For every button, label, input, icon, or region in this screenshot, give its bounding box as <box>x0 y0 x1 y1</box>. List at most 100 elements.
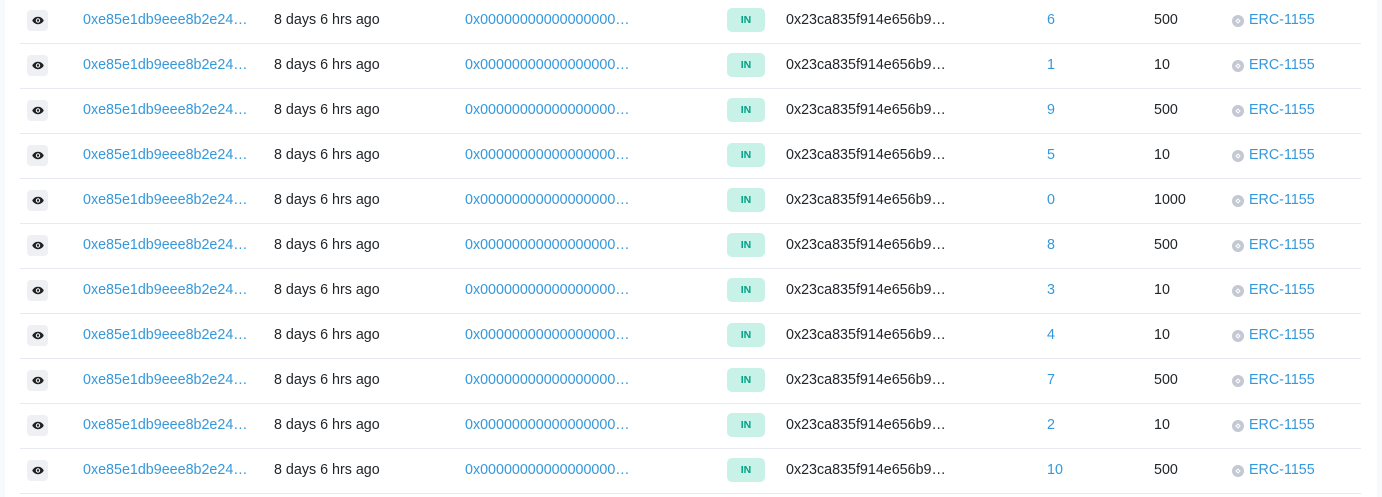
token-name: ERC-1155 <box>1249 327 1315 343</box>
txn-hash-link[interactable]: 0xe85e1db9eee8b2e244… <box>83 88 255 133</box>
txn-hash-link[interactable]: 0xe85e1db9eee8b2e244… <box>83 358 255 403</box>
eye-icon <box>31 16 44 25</box>
to-address-text: 0x23ca835f914e656b99… <box>786 327 952 343</box>
value-text: 500 <box>1154 237 1178 253</box>
token-logo-icon <box>1232 104 1244 117</box>
table-row: 0xe85e1db9eee8b2e244… 8 days 6 hrs ago 0… <box>20 43 1361 89</box>
token-id-link[interactable]: 4 <box>1047 313 1127 358</box>
token-id-link[interactable]: 5 <box>1047 133 1127 178</box>
token-id-link[interactable]: 10 <box>1047 448 1127 493</box>
from-address-link[interactable]: 0x000000000000000000… <box>465 178 637 223</box>
token-logo-icon <box>1232 464 1244 477</box>
from-address-link[interactable]: 0x000000000000000000… <box>465 133 637 178</box>
txn-hash-link[interactable]: 0xe85e1db9eee8b2e244… <box>83 133 255 178</box>
token-link[interactable]: ERC-1155 <box>1232 223 1352 268</box>
token-id-link[interactable]: 7 <box>1047 358 1127 403</box>
to-address-text: 0x23ca835f914e656b99… <box>786 372 952 388</box>
token-id-link[interactable]: 0 <box>1047 178 1127 223</box>
from-address-link[interactable]: 0x000000000000000000… <box>465 0 637 43</box>
view-details-button[interactable] <box>27 55 48 76</box>
value-text: 10 <box>1154 327 1170 343</box>
token-link[interactable]: ERC-1155 <box>1232 268 1352 313</box>
to-address-text: 0x23ca835f914e656b99… <box>786 417 952 433</box>
view-details-button[interactable] <box>27 370 48 391</box>
eye-icon <box>31 286 44 295</box>
txn-hash-link[interactable]: 0xe85e1db9eee8b2e244… <box>83 313 255 358</box>
token-link[interactable]: ERC-1155 <box>1232 0 1352 43</box>
from-address-link[interactable]: 0x000000000000000000… <box>465 403 637 448</box>
direction-badge: IN <box>727 143 765 167</box>
direction-badge: IN <box>727 278 765 302</box>
txn-hash-link[interactable]: 0xe85e1db9eee8b2e244… <box>83 223 255 268</box>
token-link[interactable]: ERC-1155 <box>1232 178 1352 223</box>
view-details-button[interactable] <box>27 460 48 481</box>
table-row: 0xe85e1db9eee8b2e244… 8 days 6 hrs ago 0… <box>20 268 1361 314</box>
txn-hash-link[interactable]: 0xe85e1db9eee8b2e244… <box>83 43 255 88</box>
token-logo-icon <box>1232 419 1244 432</box>
view-details-button[interactable] <box>27 145 48 166</box>
eye-icon <box>31 196 44 205</box>
value-text: 500 <box>1154 102 1178 118</box>
token-id-link[interactable]: 1 <box>1047 43 1127 88</box>
view-details-button[interactable] <box>27 415 48 436</box>
view-details-button[interactable] <box>27 280 48 301</box>
eye-icon <box>31 106 44 115</box>
age-text: 8 days 6 hrs ago <box>274 372 380 388</box>
view-details-button[interactable] <box>27 325 48 346</box>
age-text: 8 days 6 hrs ago <box>274 282 380 298</box>
direction-badge: IN <box>727 413 765 437</box>
view-details-button[interactable] <box>27 190 48 211</box>
from-address-link[interactable]: 0x000000000000000000… <box>465 88 637 133</box>
to-address-text: 0x23ca835f914e656b99… <box>786 282 952 298</box>
token-link[interactable]: ERC-1155 <box>1232 403 1352 448</box>
token-id-link[interactable]: 9 <box>1047 88 1127 133</box>
eye-icon <box>31 331 44 340</box>
txn-hash-link[interactable]: 0xe85e1db9eee8b2e244… <box>83 448 255 493</box>
token-link[interactable]: ERC-1155 <box>1232 358 1352 403</box>
token-id-link[interactable]: 2 <box>1047 403 1127 448</box>
direction-badge: IN <box>727 188 765 212</box>
token-id-link[interactable]: 8 <box>1047 223 1127 268</box>
direction-badge: IN <box>727 458 765 482</box>
txn-hash-link[interactable]: 0xe85e1db9eee8b2e244… <box>83 268 255 313</box>
view-details-button[interactable] <box>27 100 48 121</box>
txn-hash-link[interactable]: 0xe85e1db9eee8b2e244… <box>83 0 255 43</box>
from-address-link[interactable]: 0x000000000000000000… <box>465 223 637 268</box>
token-logo-icon <box>1232 14 1244 27</box>
table-row: 0xe85e1db9eee8b2e244… 8 days 6 hrs ago 0… <box>20 133 1361 179</box>
table-row: 0xe85e1db9eee8b2e244… 8 days 6 hrs ago 0… <box>20 313 1361 359</box>
token-id-link[interactable]: 3 <box>1047 268 1127 313</box>
from-address-link[interactable]: 0x000000000000000000… <box>465 313 637 358</box>
from-address-link[interactable]: 0x000000000000000000… <box>465 43 637 88</box>
eye-icon <box>31 241 44 250</box>
token-logo-icon <box>1232 374 1244 387</box>
from-address-link[interactable]: 0x000000000000000000… <box>465 448 637 493</box>
eye-icon <box>31 61 44 70</box>
token-logo-icon <box>1232 149 1244 162</box>
value-text: 10 <box>1154 147 1170 163</box>
token-name: ERC-1155 <box>1249 462 1315 478</box>
txn-hash-link[interactable]: 0xe85e1db9eee8b2e244… <box>83 178 255 223</box>
token-link[interactable]: ERC-1155 <box>1232 88 1352 133</box>
txn-hash-link[interactable]: 0xe85e1db9eee8b2e244… <box>83 403 255 448</box>
from-address-link[interactable]: 0x000000000000000000… <box>465 358 637 403</box>
to-address-text: 0x23ca835f914e656b99… <box>786 57 952 73</box>
view-details-button[interactable] <box>27 10 48 31</box>
token-logo-icon <box>1232 284 1244 297</box>
value-text: 10 <box>1154 57 1170 73</box>
table-row: 0xe85e1db9eee8b2e244… 8 days 6 hrs ago 0… <box>20 223 1361 269</box>
table-row: 0xe85e1db9eee8b2e244… 8 days 6 hrs ago 0… <box>20 88 1361 134</box>
table-row: 0xe85e1db9eee8b2e244… 8 days 6 hrs ago 0… <box>20 358 1361 404</box>
token-id-link[interactable]: 6 <box>1047 0 1127 43</box>
age-text: 8 days 6 hrs ago <box>274 192 380 208</box>
token-link[interactable]: ERC-1155 <box>1232 448 1352 493</box>
token-link[interactable]: ERC-1155 <box>1232 313 1352 358</box>
to-address-text: 0x23ca835f914e656b99… <box>786 462 952 478</box>
direction-badge: IN <box>727 323 765 347</box>
view-details-button[interactable] <box>27 235 48 256</box>
token-link[interactable]: ERC-1155 <box>1232 133 1352 178</box>
token-link[interactable]: ERC-1155 <box>1232 43 1352 88</box>
direction-badge: IN <box>727 368 765 392</box>
value-text: 10 <box>1154 417 1170 433</box>
from-address-link[interactable]: 0x000000000000000000… <box>465 268 637 313</box>
